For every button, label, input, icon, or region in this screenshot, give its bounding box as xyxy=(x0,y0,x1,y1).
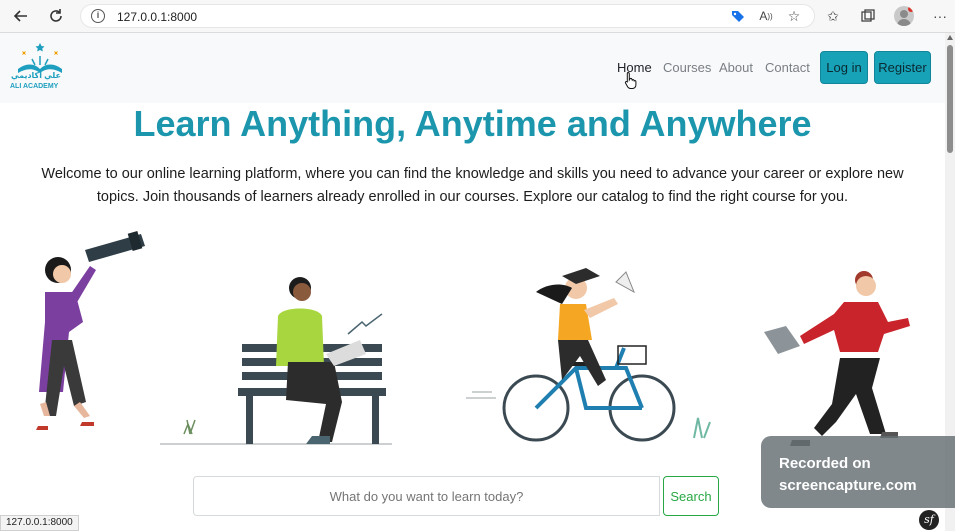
read-aloud-icon[interactable]: A)) xyxy=(755,5,777,27)
favorite-add-icon[interactable]: ☆ xyxy=(783,5,805,27)
back-icon[interactable] xyxy=(8,4,34,28)
woman-with-telescope-illustration xyxy=(36,230,145,430)
browser-toolbar: i 127.0.0.1:8000 A)) ☆ ✩ ··· xyxy=(0,0,955,33)
more-menu-icon[interactable]: ··· xyxy=(929,5,951,27)
scrollbar-thumb[interactable] xyxy=(947,45,953,153)
search-bar: Search xyxy=(193,476,719,516)
profile-avatar[interactable] xyxy=(894,6,914,26)
collections-icon[interactable] xyxy=(857,5,879,27)
watermark-line-2: screencapture.com xyxy=(779,477,917,494)
favorites-icon[interactable]: ✩ xyxy=(822,5,844,27)
register-button[interactable]: Register xyxy=(874,51,931,84)
scroll-up-arrow-icon[interactable] xyxy=(947,35,953,40)
reload-icon[interactable] xyxy=(43,4,69,28)
search-button[interactable]: Search xyxy=(663,476,719,516)
nav-about[interactable]: About xyxy=(719,60,753,75)
search-input[interactable] xyxy=(193,476,660,516)
site-info-icon[interactable]: i xyxy=(91,9,105,23)
tag-icon[interactable] xyxy=(727,5,749,27)
symfony-toolbar-icon[interactable]: sf xyxy=(919,510,939,530)
status-bar-url: 127.0.0.1:8000 xyxy=(0,515,79,531)
recording-watermark: Recorded on screencapture.com xyxy=(761,436,955,508)
hero-title: Learn Anything, Anytime and Anywhere xyxy=(133,103,812,144)
logo-arabic-text: علي أكاديمي xyxy=(10,71,61,80)
address-url: 127.0.0.1:8000 xyxy=(117,10,198,24)
address-bar[interactable]: i 127.0.0.1:8000 xyxy=(80,4,815,28)
nav-contact[interactable]: Contact xyxy=(765,60,810,75)
hero-description: Welcome to our online learning platform,… xyxy=(41,166,904,205)
site-navbar: علي أكاديمي ALI ACADEMY Home Courses Abo… xyxy=(0,33,945,103)
running-businessman-illustration xyxy=(764,271,910,446)
girl-on-bicycle-illustration xyxy=(466,268,711,442)
nav-courses[interactable]: Courses xyxy=(663,60,711,75)
man-on-bench-illustration xyxy=(160,277,392,445)
login-button[interactable]: Log in xyxy=(820,51,868,84)
logo-english-text: ALI ACADEMY xyxy=(10,83,59,90)
watermark-line-1: Recorded on xyxy=(779,455,871,472)
hand-cursor-icon xyxy=(624,71,637,89)
